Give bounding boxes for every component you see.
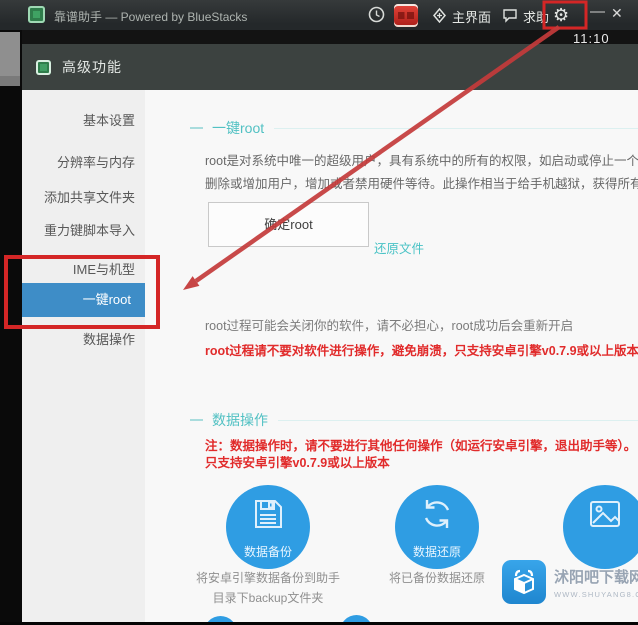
data-restore-label: 数据还原 bbox=[412, 545, 461, 559]
gear-icon[interactable]: ⚙ bbox=[553, 3, 569, 27]
advanced-settings-dialog: 高级功能 基本设置 分辨率与内存 添加共享文件夹 重力键脚本导入 IME与机型 … bbox=[22, 44, 638, 622]
main-interface-label: 主界面 bbox=[452, 10, 492, 25]
screenshot-root: 靠谱助手 — Powered by BlueStacks 主界面 求助 ⚙ — … bbox=[0, 0, 638, 625]
main-interface-button[interactable]: 主界面 bbox=[432, 7, 491, 26]
sidebar-item-ime-model[interactable]: IME与机型 bbox=[22, 259, 145, 278]
minimize-button[interactable]: — bbox=[590, 3, 605, 20]
data-backup-button[interactable]: 数据备份 bbox=[226, 485, 310, 569]
help-bubble-icon bbox=[502, 8, 518, 26]
watermark-url: WWW.SHUYANG8.COM bbox=[554, 589, 638, 599]
data-note-line2: 只支持安卓引擎v0.7.9或以上版本 bbox=[205, 456, 390, 470]
sidebar-item-resolution-memory[interactable]: 分辨率与内存 bbox=[22, 152, 145, 171]
data-section-title: 数据操作 bbox=[212, 412, 268, 428]
app-logo-icon bbox=[28, 6, 45, 23]
section-rule bbox=[274, 127, 638, 129]
image-icon bbox=[587, 496, 623, 537]
data-operations-note: 注：数据操作时，请不要进行其他任何操作（如运行安卓引擎，退出助手等）。 只支持安… bbox=[205, 438, 636, 472]
site-watermark: 沭阳吧下载网 WWW.SHUYANG8.COM bbox=[502, 560, 638, 604]
sidebar-item-data-operations[interactable]: 数据操作 bbox=[22, 329, 145, 348]
help-label: 求助 bbox=[523, 10, 550, 25]
partial-action-circle[interactable] bbox=[340, 615, 373, 622]
data-restore-button[interactable]: 数据还原 bbox=[395, 485, 479, 569]
dialog-title: 高级功能 bbox=[62, 59, 122, 75]
titlebar: 靠谱助手 — Powered by BlueStacks 主界面 求助 ⚙ — … bbox=[0, 0, 638, 30]
watermark-title: 沭阳吧下载网 bbox=[554, 568, 638, 586]
root-process-warning: root过程请不要对软件进行操作，避免崩溃，只支持安卓引擎v0.7.9或以上版本 bbox=[205, 344, 638, 358]
help-button[interactable]: 求助 bbox=[502, 7, 549, 26]
window-title: 靠谱助手 — Powered by BlueStacks bbox=[54, 10, 248, 24]
backup-caption-line2: 目录下backup文件夹 bbox=[212, 591, 324, 605]
red-app-icon[interactable] bbox=[394, 4, 418, 27]
close-button[interactable]: ✕ bbox=[611, 5, 623, 22]
section-rule bbox=[278, 419, 638, 421]
root-process-info: root过程可能会关闭你的软件，请不必担心，root成功后会重新开启 bbox=[205, 319, 574, 333]
floppy-disk-icon bbox=[250, 496, 286, 537]
clock-icon[interactable] bbox=[368, 6, 385, 23]
section-dash bbox=[190, 419, 203, 421]
sidebar-item-shared-folder[interactable]: 添加共享文件夹 bbox=[22, 187, 145, 206]
data-section-header: 数据操作 bbox=[190, 412, 638, 428]
left-background-strip bbox=[0, 30, 22, 625]
image-action-button[interactable] bbox=[563, 485, 638, 569]
sidebar-item-basic-settings[interactable]: 基本设置 bbox=[22, 110, 145, 129]
dialog-header: 高级功能 bbox=[22, 44, 638, 90]
root-description-line1: root是对系统中唯一的超级用户，具有系统中的所有的权限，如启动或停止一个进程， bbox=[205, 154, 638, 168]
sidebar-item-one-key-root[interactable]: 一键root bbox=[22, 283, 145, 317]
root-section-header: 一键root bbox=[190, 120, 638, 136]
sidebar-item-gravity-script[interactable]: 重力键脚本导入 bbox=[22, 220, 145, 239]
root-section-title: 一键root bbox=[212, 120, 265, 136]
dialog-logo-icon bbox=[36, 59, 51, 75]
root-description: root是对系统中唯一的超级用户，具有系统中的所有的权限，如启动或停止一个进程，… bbox=[205, 150, 638, 196]
data-note-line1: 注：数据操作时，请不要进行其他任何操作（如运行安卓引擎，退出助手等）。 bbox=[205, 439, 637, 453]
dialog-body: 基本设置 分辨率与内存 添加共享文件夹 重力键脚本导入 IME与机型 一键roo… bbox=[22, 90, 638, 622]
root-description-line2: 删除或增加用户，增加或者禁用硬件等待。此操作相当于给手机越狱，获得所有权限 bbox=[205, 177, 638, 191]
emulator-background bbox=[0, 30, 638, 44]
section-dash bbox=[190, 127, 203, 129]
sidebar: 基本设置 分辨率与内存 添加共享文件夹 重力键脚本导入 IME与机型 一键roo… bbox=[22, 90, 145, 622]
main-interface-icon bbox=[432, 7, 447, 26]
background-window-fragment bbox=[0, 32, 20, 86]
confirm-root-button[interactable]: 确定root bbox=[208, 202, 369, 247]
watermark-logo-icon bbox=[502, 560, 546, 604]
data-backup-label: 数据备份 bbox=[243, 545, 292, 559]
restore-files-link[interactable]: 还原文件 bbox=[374, 238, 424, 257]
sync-arrows-icon bbox=[419, 496, 455, 537]
